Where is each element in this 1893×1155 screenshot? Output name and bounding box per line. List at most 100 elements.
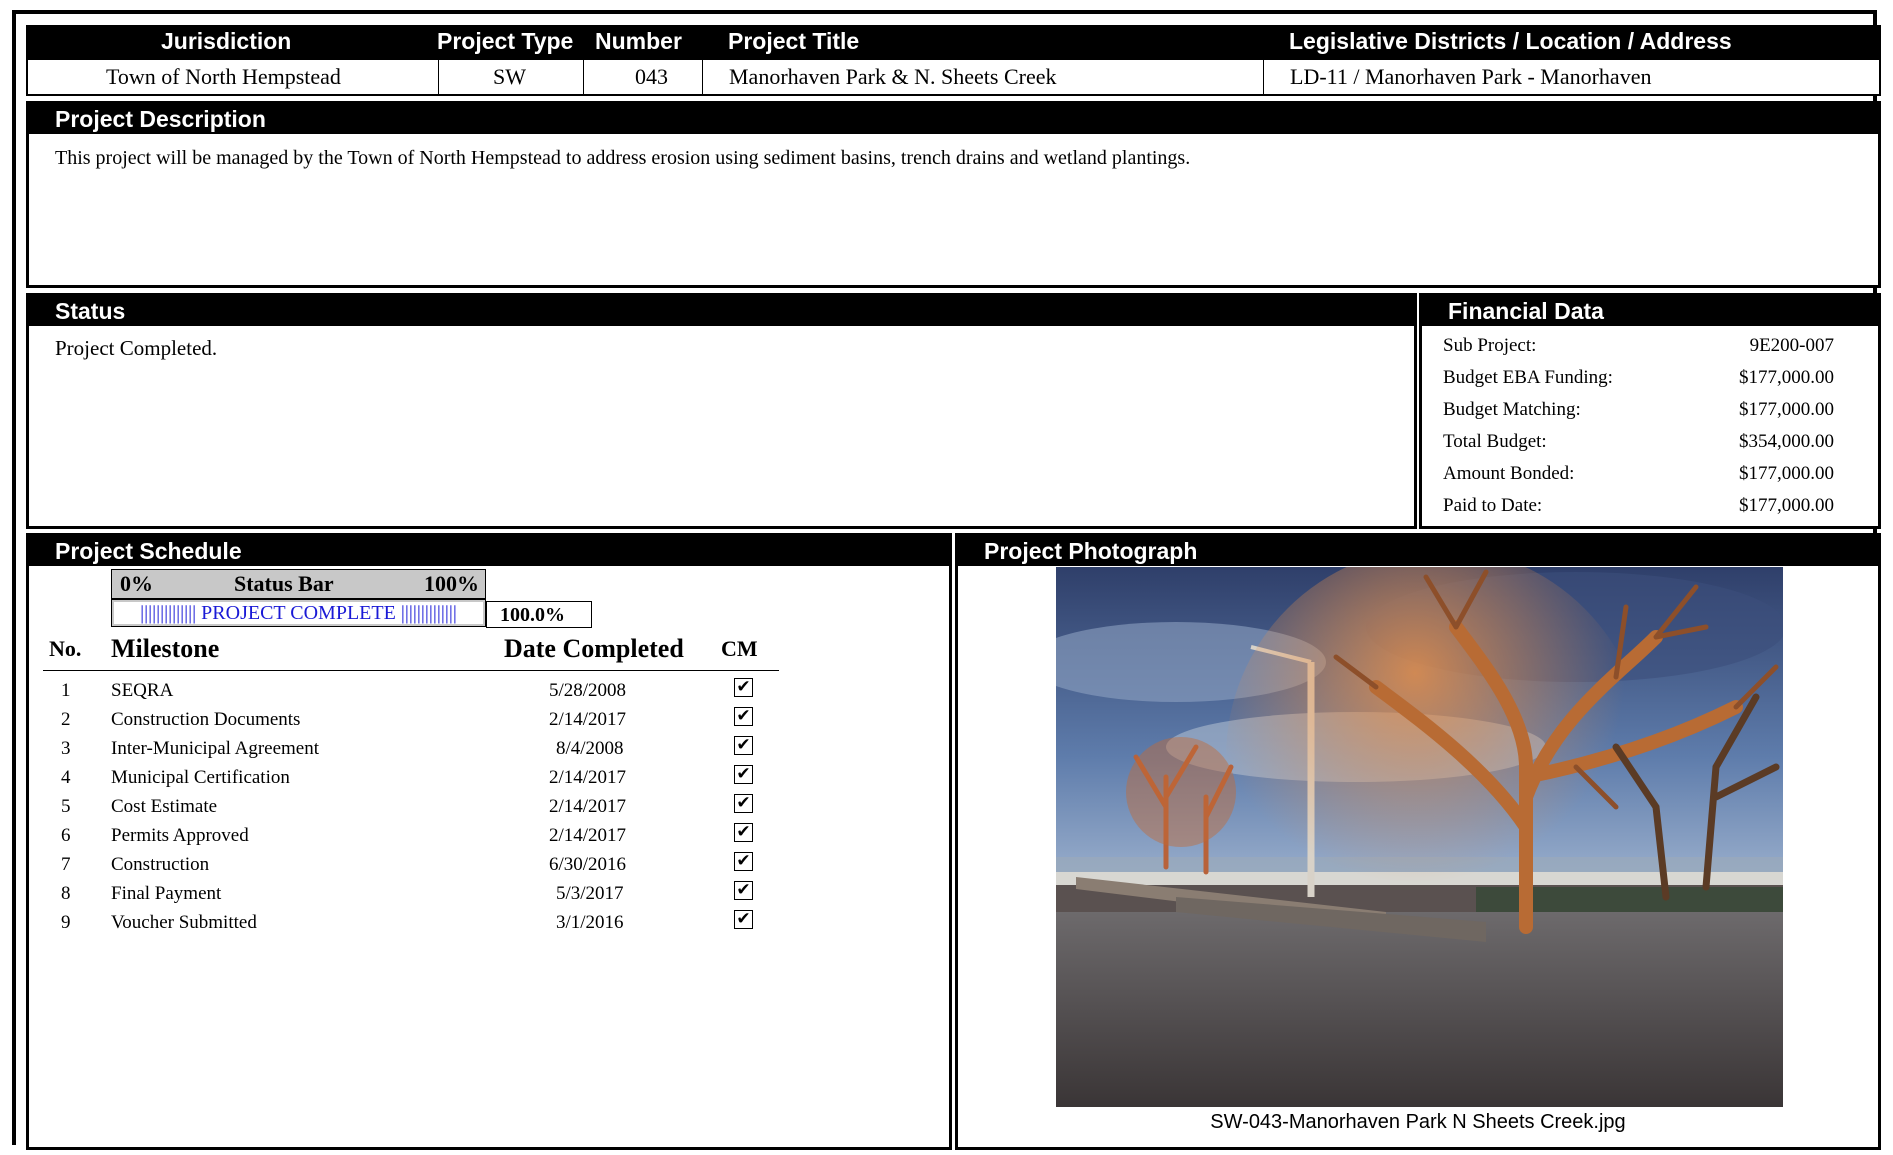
checkbox-checked-icon: ✔ — [734, 881, 753, 900]
financial-data-panel: Financial Data Sub Project: 9E200-007 Bu… — [1419, 293, 1881, 529]
milestone-date: 2/14/2017 — [549, 767, 627, 788]
milestone-header-rule — [43, 670, 779, 671]
milestone-no: 1 — [61, 680, 71, 701]
financial-value: $177,000.00 — [1739, 463, 1834, 484]
milestone-date: 3/1/2016 — [556, 912, 624, 933]
col-number: Number — [595, 28, 682, 54]
project-description-text: This project will be managed by the Town… — [55, 147, 1191, 169]
project-photograph-panel: Project Photograph SW-043-Manorhaven Par… — [955, 533, 1881, 1150]
milestone-no: 4 — [61, 767, 71, 788]
checkbox-checked-icon: ✔ — [734, 823, 753, 842]
financial-label: Total Budget: — [1443, 431, 1547, 452]
status-text: Project Completed. — [55, 336, 218, 360]
milestone-no: 8 — [61, 883, 71, 904]
status-heading: Status — [29, 296, 1414, 326]
project-description-heading: Project Description — [29, 104, 1878, 134]
milestone-name: Voucher Submitted — [111, 912, 257, 933]
checkbox-checked-icon: ✔ — [734, 765, 753, 784]
checkbox-checked-icon: ✔ — [734, 852, 753, 871]
financial-row: Total Budget: $354,000.00 — [1422, 426, 1878, 458]
milestone-row: 3 Inter-Municipal Agreement 8/4/2008 ✔ — [29, 734, 949, 763]
milestone-name: Final Payment — [111, 883, 222, 904]
value-jurisdiction: Town of North Hempstead — [106, 64, 341, 89]
milestone-name: Cost Estimate — [111, 796, 218, 817]
milestone-name: Construction — [111, 854, 210, 875]
financial-data-heading: Financial Data — [1422, 296, 1878, 326]
checkbox-checked-icon: ✔ — [734, 678, 753, 697]
milestone-date: 2/14/2017 — [549, 796, 627, 817]
project-photo — [1056, 567, 1783, 1107]
col-no: No. — [49, 636, 82, 661]
col-milestone: Milestone — [111, 634, 220, 663]
milestone-name: Inter-Municipal Agreement — [111, 738, 320, 759]
project-header-columns: Jurisdiction Project Type Number Project… — [26, 25, 1881, 58]
milestone-row: 9 Voucher Submitted 3/1/2016 ✔ — [29, 908, 949, 937]
milestone-name: Municipal Certification — [111, 767, 290, 788]
milestone-date: 5/28/2008 — [549, 680, 627, 701]
col-location: Legislative Districts / Location / Addre… — [1289, 28, 1732, 54]
status-bar-min-label: 0% — [120, 571, 153, 596]
status-bar-text: |||||||||||||| PROJECT COMPLETE ||||||||… — [140, 602, 457, 624]
col-date-completed: Date Completed — [504, 634, 684, 663]
checkbox-checked-icon: ✔ — [734, 794, 753, 813]
divider — [438, 60, 439, 94]
status-bar-max-label: 100% — [424, 571, 479, 596]
financial-row: Paid to Date: $177,000.00 — [1422, 490, 1878, 522]
milestone-name: SEQRA — [111, 680, 174, 701]
milestone-name: Construction Documents — [111, 709, 301, 730]
milestone-row: 7 Construction 6/30/2016 ✔ — [29, 850, 949, 879]
milestone-no: 5 — [61, 796, 71, 817]
milestone-row: 6 Permits Approved 2/14/2017 ✔ — [29, 821, 949, 850]
milestone-date: 6/30/2016 — [549, 854, 627, 875]
milestone-name: Permits Approved — [111, 825, 249, 846]
project-description-panel: Project Description This project will be… — [26, 101, 1881, 288]
status-bar-percent-text: 100.0% — [500, 604, 565, 626]
financial-value: $177,000.00 — [1739, 495, 1834, 516]
milestone-row: 4 Municipal Certification 2/14/2017 ✔ — [29, 763, 949, 792]
project-header-values: Town of North Hempstead SW 043 Manorhave… — [26, 58, 1881, 96]
value-project-title: Manorhaven Park & N. Sheets Creek — [729, 64, 1057, 89]
financial-label: Paid to Date: — [1443, 495, 1543, 516]
divider — [702, 60, 703, 94]
col-project-title: Project Title — [728, 28, 860, 54]
milestone-no: 2 — [61, 709, 71, 730]
value-project-type: SW — [493, 64, 526, 89]
value-location: LD-11 / Manorhaven Park - Manorhaven — [1290, 64, 1652, 89]
checkbox-checked-icon: ✔ — [734, 910, 753, 929]
financial-label: Sub Project: — [1443, 335, 1537, 356]
financial-label: Budget Matching: — [1443, 399, 1581, 420]
project-photograph-heading: Project Photograph — [958, 536, 1878, 566]
project-schedule-heading: Project Schedule — [29, 536, 949, 566]
milestone-row: 8 Final Payment 5/3/2017 ✔ — [29, 879, 949, 908]
status-bar-fill: |||||||||||||| PROJECT COMPLETE ||||||||… — [114, 602, 483, 624]
milestone-no: 3 — [61, 738, 71, 759]
financial-row: Budget EBA Funding: $177,000.00 — [1422, 362, 1878, 394]
milestone-no: 6 — [61, 825, 71, 846]
milestone-date: 2/14/2017 — [549, 709, 627, 730]
financial-label: Amount Bonded: — [1443, 463, 1575, 484]
status-bar-track: |||||||||||||| PROJECT COMPLETE ||||||||… — [111, 599, 486, 627]
financial-row: Budget Matching: $177,000.00 — [1422, 394, 1878, 426]
milestone-date: 5/3/2017 — [556, 883, 624, 904]
financial-row: Sub Project: 9E200-007 — [1422, 330, 1878, 362]
financial-value: 9E200-007 — [1749, 335, 1834, 356]
financial-label: Budget EBA Funding: — [1443, 367, 1613, 388]
financial-value: $177,000.00 — [1739, 367, 1834, 388]
financial-row: Amount Bonded: $177,000.00 — [1422, 458, 1878, 490]
financial-value: $354,000.00 — [1739, 431, 1834, 452]
milestone-date: 2/14/2017 — [549, 825, 627, 846]
milestone-row: 2 Construction Documents 2/14/2017 ✔ — [29, 705, 949, 734]
divider — [583, 60, 584, 94]
checkbox-checked-icon: ✔ — [734, 736, 753, 755]
project-photo-caption: SW-043-Manorhaven Park N Sheets Creek.jp… — [1210, 1111, 1626, 1133]
divider — [1263, 60, 1264, 94]
status-bar-percent: 100.0% — [486, 601, 592, 628]
col-project-type: Project Type — [437, 28, 574, 54]
milestone-no: 7 — [61, 854, 71, 875]
status-bar-header: 0% Status Bar 100% — [111, 569, 486, 599]
status-bar-title: Status Bar — [234, 571, 334, 596]
col-jurisdiction: Jurisdiction — [161, 28, 292, 54]
status-panel: Status Project Completed. — [26, 293, 1417, 529]
checkbox-checked-icon: ✔ — [734, 707, 753, 726]
col-cm: CM — [721, 636, 758, 661]
